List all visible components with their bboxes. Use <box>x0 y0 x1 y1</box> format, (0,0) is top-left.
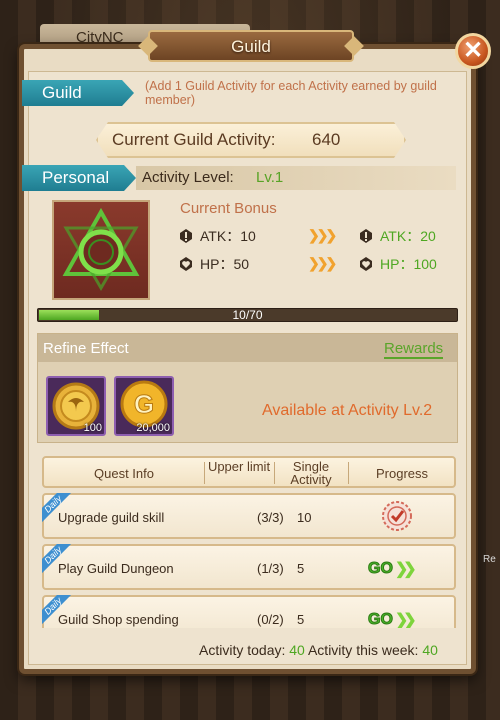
current-hp-value: HP：50 <box>200 256 250 272</box>
header-single-activity: Single Activity <box>290 459 332 487</box>
quest-table-header: Quest Info Upper limit Single Activity P… <box>42 456 456 488</box>
go-arrow-icon: ❯❯ <box>394 561 417 578</box>
next-hp-stat: HP：100 <box>358 254 437 274</box>
atk-icon <box>360 229 372 243</box>
activity-level-value: Lv.1 <box>256 169 284 186</box>
activity-footer: Activity today: 40 Activity this week: 4… <box>199 642 438 658</box>
reward-count: 20,000 <box>136 422 170 434</box>
refine-title: Refine Effect <box>43 340 129 357</box>
go-button[interactable]: GO ❯❯ <box>368 559 417 579</box>
quest-name: Play Guild Dungeon <box>58 561 174 576</box>
guild-emblem <box>52 200 150 300</box>
activity-progress-bar: 10/70 <box>37 308 458 322</box>
activity-week-label: Activity this week: <box>307 642 419 658</box>
activity-today-value: 40 <box>289 642 305 658</box>
quest-single-activity: 10 <box>297 510 312 525</box>
go-arrow-icon: ❯❯ <box>394 612 417 628</box>
quest-single-activity: 5 <box>297 612 305 627</box>
activity-week-value: 40 <box>422 642 438 658</box>
quest-limit: (0/2) <box>257 612 284 627</box>
header-progress: Progress <box>375 466 429 481</box>
quest-name: Guild Shop spending <box>58 612 179 627</box>
guild-note: (Add 1 Guild Activity for each Activity … <box>145 79 437 107</box>
available-level-text: Available at Activity Lv.2 <box>262 402 433 419</box>
guild-activity-label: Current Guild Activity: <box>112 130 276 149</box>
activity-level-label: Activity Level: <box>142 169 234 186</box>
next-atk-stat: ATK：20 <box>358 226 436 246</box>
quest-row: Daily Guild Shop spending (0/2) 5 GO ❯❯ <box>42 595 456 628</box>
guild-activity-value: 640 <box>312 130 341 149</box>
next-atk-value: ATK：20 <box>380 228 436 244</box>
quest-row: Daily Play Guild Dungeon (1/3) 5 GO ❯❯ <box>42 544 456 590</box>
quest-limit: (3/3) <box>257 510 284 525</box>
current-bonus-title: Current Bonus <box>180 200 277 217</box>
current-hp-stat: HP：50 <box>178 254 249 274</box>
header-upper-limit: Upper limit <box>207 459 271 474</box>
quest-single-activity: 5 <box>297 561 305 576</box>
hp-icon <box>180 257 192 271</box>
hp-icon <box>360 257 372 271</box>
go-button[interactable]: GO ❯❯ <box>368 610 417 629</box>
progress-text: 10/70 <box>232 308 263 322</box>
upgrade-arrow-icon: ❯❯❯ <box>308 227 337 243</box>
upgrade-arrow-icon: ❯❯❯ <box>308 255 337 271</box>
current-atk-stat: ATK：10 <box>178 226 256 246</box>
activity-today-label: Activity today: <box>199 642 286 658</box>
rewards-tab[interactable]: Rewards <box>384 340 444 359</box>
header-quest-info: Quest Info <box>94 466 154 481</box>
close-button[interactable]: ✕ <box>455 33 491 69</box>
completed-check-icon <box>382 501 412 531</box>
current-atk-value: ATK：10 <box>200 228 256 244</box>
reward-count: 100 <box>83 422 102 434</box>
reward-item-guild-coin[interactable]: 100 <box>46 376 106 436</box>
quest-list[interactable]: Quest Info Upper limit Single Activity P… <box>42 456 456 628</box>
svg-text:G: G <box>134 389 154 419</box>
header-divider <box>274 462 275 484</box>
header-divider <box>348 462 349 484</box>
header-divider <box>204 462 205 484</box>
refine-section: Refine Effect Rewards 100 G 20,000 Avail… <box>37 333 458 443</box>
window-title: Guild <box>148 30 354 62</box>
quest-row: Daily Upgrade guild skill (3/3) 10 <box>42 493 456 539</box>
background-side-text: Re <box>483 554 496 565</box>
quest-name: Upgrade guild skill <box>58 510 165 525</box>
quest-limit: (1/3) <box>257 561 284 576</box>
atk-icon <box>180 229 192 243</box>
reward-item-gold-coin[interactable]: G 20,000 <box>114 376 174 436</box>
emblem-icon <box>62 207 140 291</box>
next-hp-value: HP：100 <box>380 256 437 272</box>
guild-section-label: Guild <box>22 80 134 106</box>
guild-activity-plate: Current Guild Activity: 640 <box>96 122 406 158</box>
personal-section-label: Personal <box>22 165 136 191</box>
